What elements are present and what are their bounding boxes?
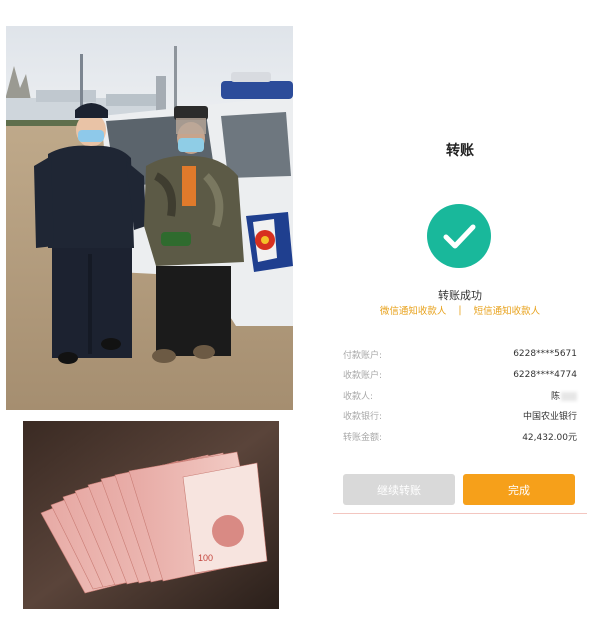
detail-value: 6228****4774 [513, 369, 577, 380]
checkmark-icon [427, 204, 491, 268]
detail-label: 收款银行: [343, 412, 383, 423]
notify-sms-link[interactable]: 短信通知收款人 [474, 303, 541, 317]
detail-row-payer-account: 付款账户: 6228****5671 [343, 344, 577, 365]
cash-photo-image: 100 [23, 421, 279, 609]
detail-row-payee-account: 收款账户: 6228****4774 [343, 365, 577, 386]
detail-value-wrap: 陈 [551, 389, 577, 402]
continue-transfer-button[interactable]: 继续转账 [343, 474, 455, 505]
cash-photo: 100 [23, 421, 279, 609]
notify-links: 微信通知收款人 | 短信通知收款人 [333, 303, 587, 318]
detail-value: 陈 [550, 391, 560, 402]
arrest-photo-image [6, 26, 293, 410]
svg-text:100: 100 [198, 553, 213, 563]
divider [333, 513, 587, 514]
detail-value: 中国农业银行 [522, 412, 577, 423]
done-button[interactable]: 完成 [463, 474, 575, 505]
transfer-details: 付款账户: 6228****5671 收款账户: 6228****4774 收款… [343, 344, 577, 447]
detail-row-payee-name: 收款人: 陈 [343, 385, 577, 406]
redaction-blur [561, 391, 577, 401]
detail-value: 6228****5671 [513, 349, 577, 360]
transfer-success-screen: 转账 转账成功 微信通知收款人 | 短信通知收款人 付款账户: 6228****… [333, 120, 587, 520]
detail-label: 收款人: [343, 391, 374, 402]
transfer-status: 转账成功 [438, 289, 482, 302]
arrest-photo [6, 26, 293, 410]
detail-label: 转账金额: [343, 432, 383, 443]
page-title: 转账 [446, 143, 474, 159]
notify-wechat-link[interactable]: 微信通知收款人 [380, 303, 447, 317]
detail-row-payee-bank: 收款银行: 中国农业银行 [343, 406, 577, 427]
detail-label: 收款账户: [343, 371, 383, 382]
detail-value: 42,432.00元 [522, 432, 577, 443]
detail-row-amount: 转账金额: 42,432.00元 [343, 426, 577, 447]
detail-label: 付款账户: [343, 350, 383, 361]
notify-separator: | [458, 304, 462, 316]
